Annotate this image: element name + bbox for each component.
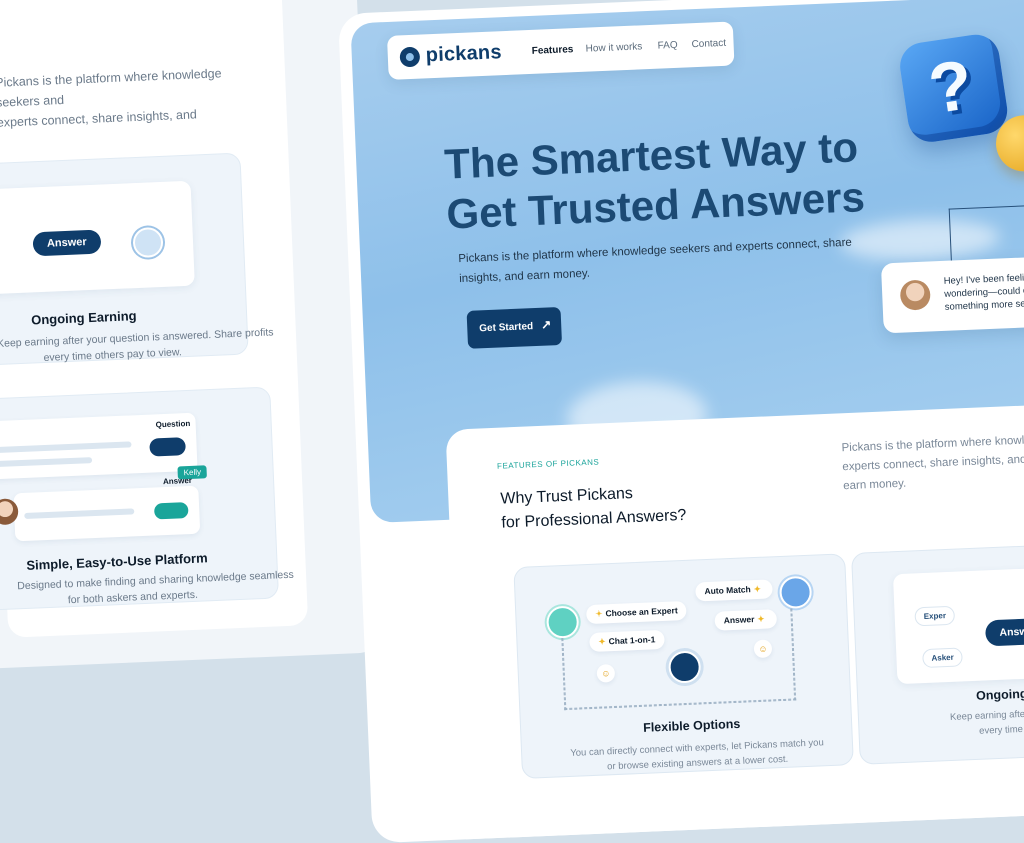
auto-match-icon (778, 575, 813, 610)
chip-label: Chat 1-on-1 (608, 634, 656, 647)
easy-platform-card: Question Kelly Answer Simple, Easy-to-Us… (0, 386, 294, 611)
chat-message: Hey! I've been feeling a bit o wondering… (943, 267, 1024, 314)
chip-label: Auto Match (704, 584, 751, 597)
dashed-connector (564, 698, 797, 711)
landing-page-preview: pickans Features How it works FAQ Contac… (338, 0, 1024, 843)
left-page-content: Pickans is the platform where knowledge … (0, 0, 309, 638)
pickans-logo-icon (667, 650, 702, 684)
dashed-connector (561, 638, 567, 711)
card-title: Simple, Easy-to-Use Platform (26, 550, 208, 573)
cloud-decoration (839, 216, 1001, 264)
card-title: Ongoing Earning (30, 308, 137, 328)
earning-illustration-screen: Exper Asker Answer (892, 565, 1024, 685)
expert-pill: Exper (914, 605, 956, 627)
smile-icon: ☺ (596, 663, 616, 683)
auto-match-chip: Auto Match ✦ (695, 579, 774, 602)
section-side-description: Pickans is the platform where knowledge … (841, 430, 1024, 496)
hero-description: Pickans is the platform where knowledge … (458, 233, 852, 289)
dashed-connector (790, 608, 797, 701)
text-placeholder-bar (0, 457, 93, 468)
question-screen: Question (0, 412, 198, 480)
send-button-illustration (149, 437, 186, 457)
ongoing-earning-card: Answer Ongoing Earning Keep earning afte… (0, 152, 274, 368)
answer-label: Answer (162, 475, 193, 487)
get-started-button[interactable]: Get Started ↗ (466, 306, 563, 349)
arrow-up-right-icon: ↗ (540, 317, 552, 332)
nav-link-features[interactable]: Features (532, 44, 574, 57)
sparkle-icon: ✦ (598, 636, 606, 647)
left-page-preview: Pickans is the platform where knowledge … (0, 0, 385, 670)
text-placeholder-bar (24, 508, 135, 519)
chip-label: Choose an Expert (605, 605, 678, 619)
nav-link-contact[interactable]: Contact (691, 38, 726, 50)
ongoing-earning-card: Exper Asker Answer Ongoing Earn Keep ear… (851, 540, 1024, 765)
section-title: Why Trust Pickans for Professional Answe… (500, 480, 687, 536)
choose-expert-chip: ✦ Choose an Expert (585, 600, 688, 625)
card-description: Designed to make finding and sharing kno… (17, 569, 294, 611)
flexible-options-card: ✦ Choose an Expert Auto Match ✦ ✦ Chat 1-on… (513, 553, 854, 779)
question-bubble-3d-icon: ? (896, 31, 1011, 146)
left-description: Pickans is the platform where knowledge … (0, 62, 257, 133)
sparkle-icon: ✦ (753, 583, 762, 595)
nav-link-faq[interactable]: FAQ (657, 40, 677, 52)
reply-button-illustration (153, 502, 189, 520)
question-label: Question (155, 418, 191, 430)
card-description: You can directly connect with experts, l… (562, 735, 833, 776)
asker-pill: Asker (922, 647, 964, 669)
chat-preview-card: Hey! I've been feeling a bit o wondering… (880, 252, 1024, 334)
sparkle-icon: ✦ (757, 613, 765, 624)
chip-label: Answer (723, 614, 755, 626)
card-title: Flexible Options (642, 716, 741, 735)
user-avatar (899, 279, 931, 311)
card-description: Keep earning after your question is answ… (0, 326, 274, 368)
card-description: Keep earning after your question every t… (899, 702, 1024, 742)
section-eyebrow: FEATURES OF PICKANS (496, 457, 600, 471)
answer-screen: Answer (13, 476, 201, 542)
answer-pill: Answer (32, 229, 102, 257)
nav-link-how-it-works[interactable]: How it works (585, 41, 642, 54)
top-navigation: pickans Features How it works FAQ Contac… (386, 21, 735, 80)
text-placeholder-bar (0, 441, 132, 454)
features-section: FEATURES OF PICKANS Why Trust Pickans fo… (445, 402, 1024, 843)
hero-headline: The Smartest Way to Get Trusted Answers (443, 118, 967, 240)
logo-wordmark[interactable]: pickans (425, 41, 502, 67)
chat-1-on-1-chip: ✦ Chat 1-on-1 (589, 629, 665, 653)
cta-label: Get Started (479, 321, 534, 335)
answer-pill: Answer (984, 617, 1024, 647)
answer-chip: Answer ✦ (714, 609, 777, 631)
search-user-icon (546, 605, 580, 639)
card-title: Ongoing Earn (975, 685, 1024, 703)
pickans-logo-icon[interactable] (399, 46, 421, 68)
smile-icon: ☺ (753, 639, 773, 659)
sparkle-icon: ✦ (595, 608, 603, 619)
